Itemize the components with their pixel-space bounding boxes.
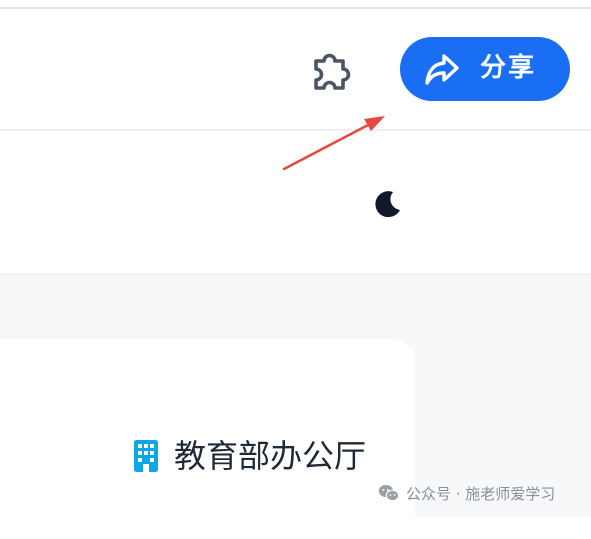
share-arrow-icon xyxy=(425,54,459,85)
theme-toggle-button[interactable] xyxy=(368,184,408,224)
share-button[interactable]: 分享 xyxy=(400,37,570,101)
department-label: 教育部办公厅 xyxy=(174,437,367,475)
share-button-label: 分享 xyxy=(480,53,537,83)
extensions-button[interactable] xyxy=(306,46,356,92)
building-icon xyxy=(134,440,158,472)
secondary-header xyxy=(0,131,591,273)
wechat-icon xyxy=(378,485,400,502)
puzzle-piece-icon xyxy=(314,53,351,90)
watermark-text: 公众号 · 施老师爱学习 xyxy=(406,484,556,503)
department-item[interactable]: 教育部办公厅 xyxy=(132,436,366,476)
watermark: 公众号 · 施老师爱学习 xyxy=(378,481,555,505)
moon-icon xyxy=(375,191,400,218)
